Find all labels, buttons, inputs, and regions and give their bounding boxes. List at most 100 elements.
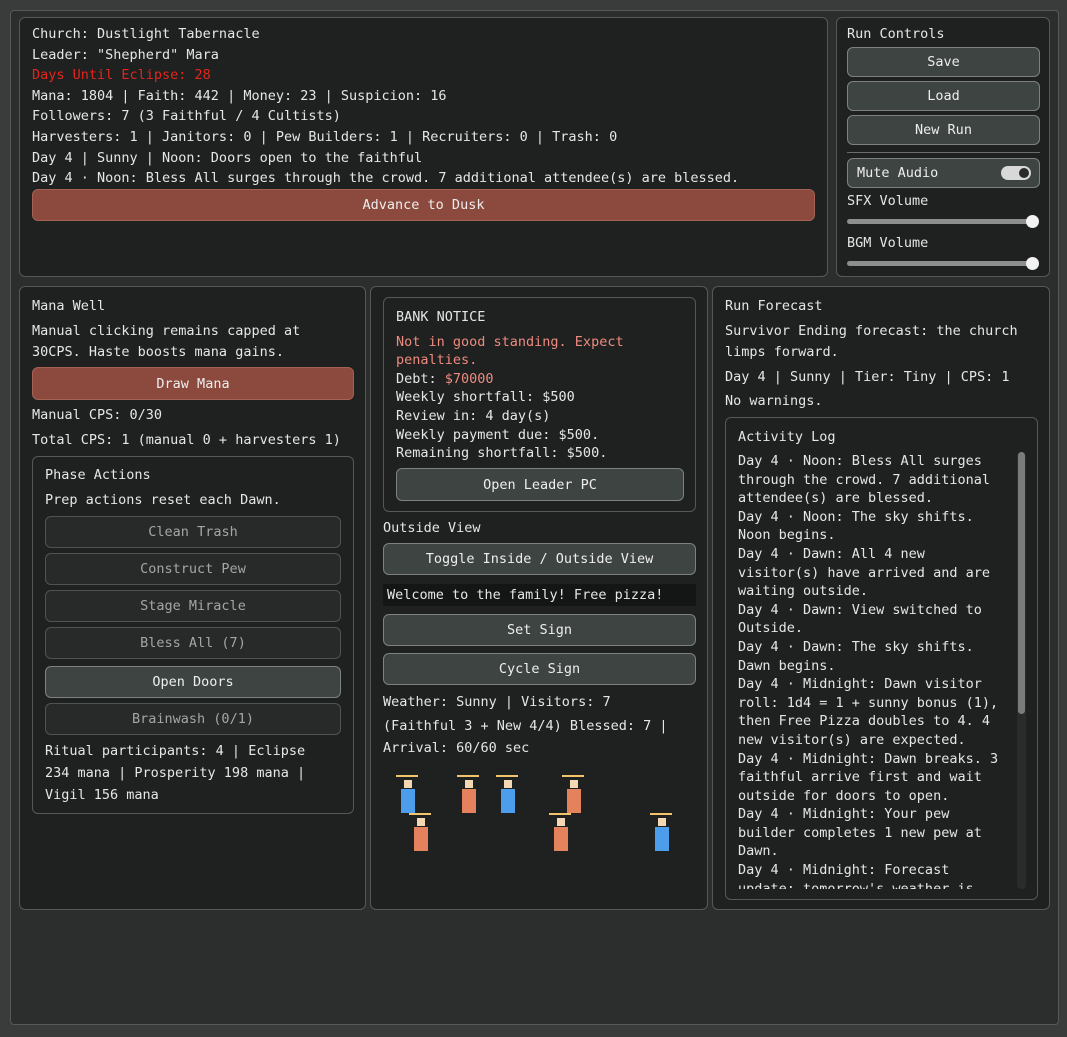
eclipse-countdown: Days Until Eclipse: 28 [32, 67, 211, 83]
faithful-visitor[interactable] [496, 775, 518, 815]
bgm-volume-handle[interactable] [1026, 257, 1039, 270]
church-name: Church: Dustlight Tabernacle [32, 26, 260, 42]
halo-icon [396, 775, 418, 777]
halo-icon [650, 813, 672, 815]
cycle-sign-button[interactable]: Cycle Sign [383, 653, 696, 685]
arrival-timer: Arrival: 60/60 sec [383, 740, 530, 756]
bank-notice-title: BANK NOTICE [396, 309, 486, 325]
activity-log-panel: Activity Log Day 4 · Noon: Bless All sur… [725, 417, 1038, 900]
debt-label: Debt: [396, 371, 445, 387]
sfx-volume-slider[interactable] [847, 219, 1038, 224]
run-controls-panel: Run Controls Save Load New Run Mute Audi… [836, 17, 1050, 277]
draw-mana-button[interactable]: Draw Mana [32, 367, 354, 400]
outside-view-title: Outside View [383, 520, 481, 536]
mana-well-panel: Mana Well Manual clicking remains capped… [19, 286, 366, 910]
run-controls-title: Run Controls [847, 26, 945, 42]
forecast-line-2: limps forward. [725, 344, 839, 360]
forecast-line-1: Survivor Ending forecast: the church [725, 323, 1018, 339]
visitor-body [414, 827, 428, 851]
activity-log-viewport: Day 4 · Noon: Bless All surges through t… [726, 418, 1016, 889]
halo-icon [409, 813, 431, 815]
staff-readout: Harvesters: 1 | Janitors: 0 | Pew Builde… [32, 129, 618, 145]
visitor-head [504, 780, 512, 788]
forecast-summary: Day 4 | Sunny | Tier: Tiny | CPS: 1 [725, 369, 1010, 385]
visitor-body [401, 789, 415, 813]
visitor-head [557, 818, 565, 826]
faithful-visitor[interactable] [396, 775, 418, 815]
visitor-body [462, 789, 476, 813]
visitor-head [417, 818, 425, 826]
visitor-breakdown: (Faithful 3 + New 4/4) Blessed: 7 | [383, 718, 668, 734]
stage-miracle-button[interactable]: Stage Miracle [45, 590, 341, 622]
bank-warning-2: penalties. [396, 352, 478, 368]
load-button[interactable]: Load [847, 81, 1040, 111]
forecast-warnings: No warnings. [725, 393, 823, 409]
bless-all-button[interactable]: Bless All (7) [45, 627, 341, 659]
debt-value: $70000 [444, 371, 494, 387]
sfx-volume-handle[interactable] [1026, 215, 1039, 228]
visitor-body [567, 789, 581, 813]
outside-scene [383, 767, 696, 857]
latest-event: Day 4 · Noon: Bless All surges through t… [32, 170, 740, 186]
new-visitor[interactable] [409, 813, 431, 853]
new-visitor[interactable] [457, 775, 479, 815]
log-scrollbar-thumb[interactable] [1018, 452, 1025, 714]
visitor-head [570, 780, 578, 788]
sfx-volume-label: SFX Volume [847, 193, 929, 209]
weekly-shortfall: Weekly shortfall: $500 [396, 389, 575, 405]
status-panel: Church: Dustlight Tabernacle Leader: "Sh… [19, 17, 828, 277]
new-visitor[interactable] [549, 813, 571, 853]
weekly-payment: Weekly payment due: $500. [396, 427, 600, 443]
bank-notice-panel: BANK NOTICE Not in good standing. Expect… [383, 297, 696, 512]
remaining-shortfall: Remaining shortfall: $500. [396, 445, 608, 461]
toggle-switch-icon[interactable] [1001, 166, 1031, 180]
resources-readout: Mana: 1804 | Faith: 442 | Money: 23 | Su… [32, 88, 447, 104]
followers-readout: Followers: 7 (3 Faithful / 4 Cultists) [32, 108, 341, 124]
new-visitor[interactable] [562, 775, 584, 815]
halo-icon [457, 775, 479, 777]
halo-icon [496, 775, 518, 777]
ritual-info-3: Vigil 156 mana [45, 787, 159, 803]
new-run-button[interactable]: New Run [847, 115, 1040, 145]
visitor-body [501, 789, 515, 813]
review-countdown: Review in: 4 day(s) [396, 408, 551, 424]
brainwash-button[interactable]: Brainwash (0/1) [45, 703, 341, 735]
debt-readout: Debt: $70000 [396, 370, 494, 388]
church-sign-text: Welcome to the family! Free pizza! [387, 587, 664, 603]
phase-actions-panel: Phase Actions Prep actions reset each Da… [32, 456, 354, 814]
mana-well-title: Mana Well [32, 298, 106, 314]
visitor-head [465, 780, 473, 788]
save-button[interactable]: Save [847, 47, 1040, 77]
visitor-body [554, 827, 568, 851]
middle-panel: BANK NOTICE Not in good standing. Expect… [370, 286, 708, 910]
open-doors-button[interactable]: Open Doors [45, 666, 341, 698]
visitor-head [404, 780, 412, 788]
activity-log-text: Day 4 · Noon: Bless All surges through t… [738, 453, 999, 889]
halo-icon [562, 775, 584, 777]
visitor-body [655, 827, 669, 851]
visitor-head [658, 818, 666, 826]
total-cps: Total CPS: 1 (manual 0 + harvesters 1) [32, 432, 341, 448]
run-forecast-panel: Run Forecast Survivor Ending forecast: t… [712, 286, 1050, 910]
divider [847, 152, 1040, 153]
time-readout: Day 4 | Sunny | Noon: Doors open to the … [32, 150, 423, 166]
construct-pew-button[interactable]: Construct Pew [45, 553, 341, 585]
bgm-volume-slider[interactable] [847, 261, 1038, 266]
weather-visitors: Weather: Sunny | Visitors: 7 [383, 694, 611, 710]
run-forecast-title: Run Forecast [725, 298, 823, 314]
clean-trash-button[interactable]: Clean Trash [45, 516, 341, 548]
bank-warning-1: Not in good standing. Expect [396, 334, 624, 350]
faithful-visitor[interactable] [650, 813, 672, 853]
mute-audio-label: Mute Audio [857, 165, 939, 181]
ritual-info-1: Ritual participants: 4 | Eclipse [45, 743, 306, 759]
halo-icon [549, 813, 571, 815]
mute-audio-toggle[interactable]: Mute Audio [847, 158, 1040, 188]
toggle-view-button[interactable]: Toggle Inside / Outside View [383, 543, 696, 575]
open-leader-pc-button[interactable]: Open Leader PC [396, 468, 684, 501]
manual-cps: Manual CPS: 0/30 [32, 407, 163, 423]
bgm-volume-label: BGM Volume [847, 235, 929, 251]
mana-well-desc-1: Manual clicking remains capped at [32, 323, 301, 339]
advance-phase-button[interactable]: Advance to Dusk [32, 189, 815, 221]
toggle-knob [1019, 168, 1029, 178]
set-sign-button[interactable]: Set Sign [383, 614, 696, 646]
